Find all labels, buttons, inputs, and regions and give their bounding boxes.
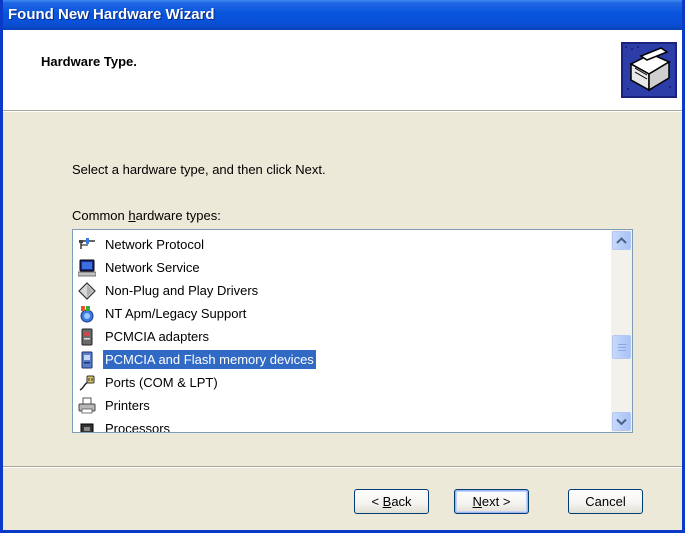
network-service-icon xyxy=(78,259,96,277)
list-item-label: PCMCIA adapters xyxy=(105,329,210,344)
flash-memory-icon xyxy=(81,351,93,369)
apm-legacy-icon xyxy=(80,306,94,323)
thumb-grip-line xyxy=(618,344,626,346)
list-item-ports[interactable]: Ports (COM & LPT) xyxy=(73,371,611,394)
hardware-types-label: Common hardware types: xyxy=(72,208,221,223)
next-button[interactable]: Next > xyxy=(454,489,529,514)
list-item-non-pnp-drivers[interactable]: Non-Plug and Play Drivers xyxy=(73,279,611,302)
wizard-window: Found New Hardware Wizard Hardware Type.… xyxy=(0,0,685,533)
hardware-types-items: Network Protocol Network Service Non-Plu… xyxy=(73,233,611,433)
chevron-up-icon xyxy=(616,237,627,244)
list-item-label: Printers xyxy=(105,398,150,413)
list-item-label: Processors xyxy=(105,421,171,433)
list-item-pcmcia-flash-memory[interactable]: PCMCIA and Flash memory devices xyxy=(73,348,611,371)
chevron-down-icon xyxy=(616,418,627,426)
non-pnp-driver-icon xyxy=(78,282,96,300)
list-item-processors[interactable]: Processors xyxy=(73,417,611,433)
list-item-nt-apm-legacy[interactable]: NT Apm/Legacy Support xyxy=(73,302,611,325)
instruction-text: Select a hardware type, and then click N… xyxy=(72,162,326,177)
scroll-down-button[interactable] xyxy=(612,412,631,431)
list-item-label: Network Protocol xyxy=(105,237,204,252)
list-item-label: NT Apm/Legacy Support xyxy=(105,306,247,321)
list-item-label: Network Service xyxy=(105,260,200,275)
wizard-header: Hardware Type. xyxy=(3,30,682,110)
scroll-up-button[interactable] xyxy=(612,231,631,250)
list-item-network-service[interactable]: Network Service xyxy=(73,256,611,279)
port-connector-icon xyxy=(79,375,95,391)
thumb-grip-line xyxy=(618,347,626,349)
hardware-types-listbox[interactable]: Network Protocol Network Service Non-Plu… xyxy=(72,229,633,433)
scroll-thumb[interactable] xyxy=(612,335,631,360)
pcmcia-card-icon xyxy=(81,328,93,346)
list-vertical-scrollbar[interactable] xyxy=(611,230,632,432)
network-protocol-icon xyxy=(79,238,95,249)
list-item-label: PCMCIA and Flash memory devices xyxy=(103,350,316,369)
header-divider-highlight xyxy=(3,111,682,112)
list-item-label: Non-Plug and Play Drivers xyxy=(105,283,259,298)
list-item-label: Ports (COM & LPT) xyxy=(105,375,218,390)
list-item-printers[interactable]: Printers xyxy=(73,394,611,417)
thumb-grip-line xyxy=(618,350,626,352)
list-item-pcmcia-adapters[interactable]: PCMCIA adapters xyxy=(73,325,611,348)
hardware-install-icon xyxy=(621,42,677,98)
cancel-button[interactable]: Cancel xyxy=(568,489,643,514)
printer-icon xyxy=(78,397,96,414)
list-item-network-protocol[interactable]: Network Protocol xyxy=(73,233,611,256)
footer-divider-highlight xyxy=(3,467,682,468)
window-title: Found New Hardware Wizard xyxy=(8,6,215,23)
processor-icon xyxy=(80,423,94,432)
page-title: Hardware Type. xyxy=(41,54,137,69)
back-button[interactable]: < Back xyxy=(354,489,429,514)
title-bar[interactable]: Found New Hardware Wizard xyxy=(3,0,682,30)
